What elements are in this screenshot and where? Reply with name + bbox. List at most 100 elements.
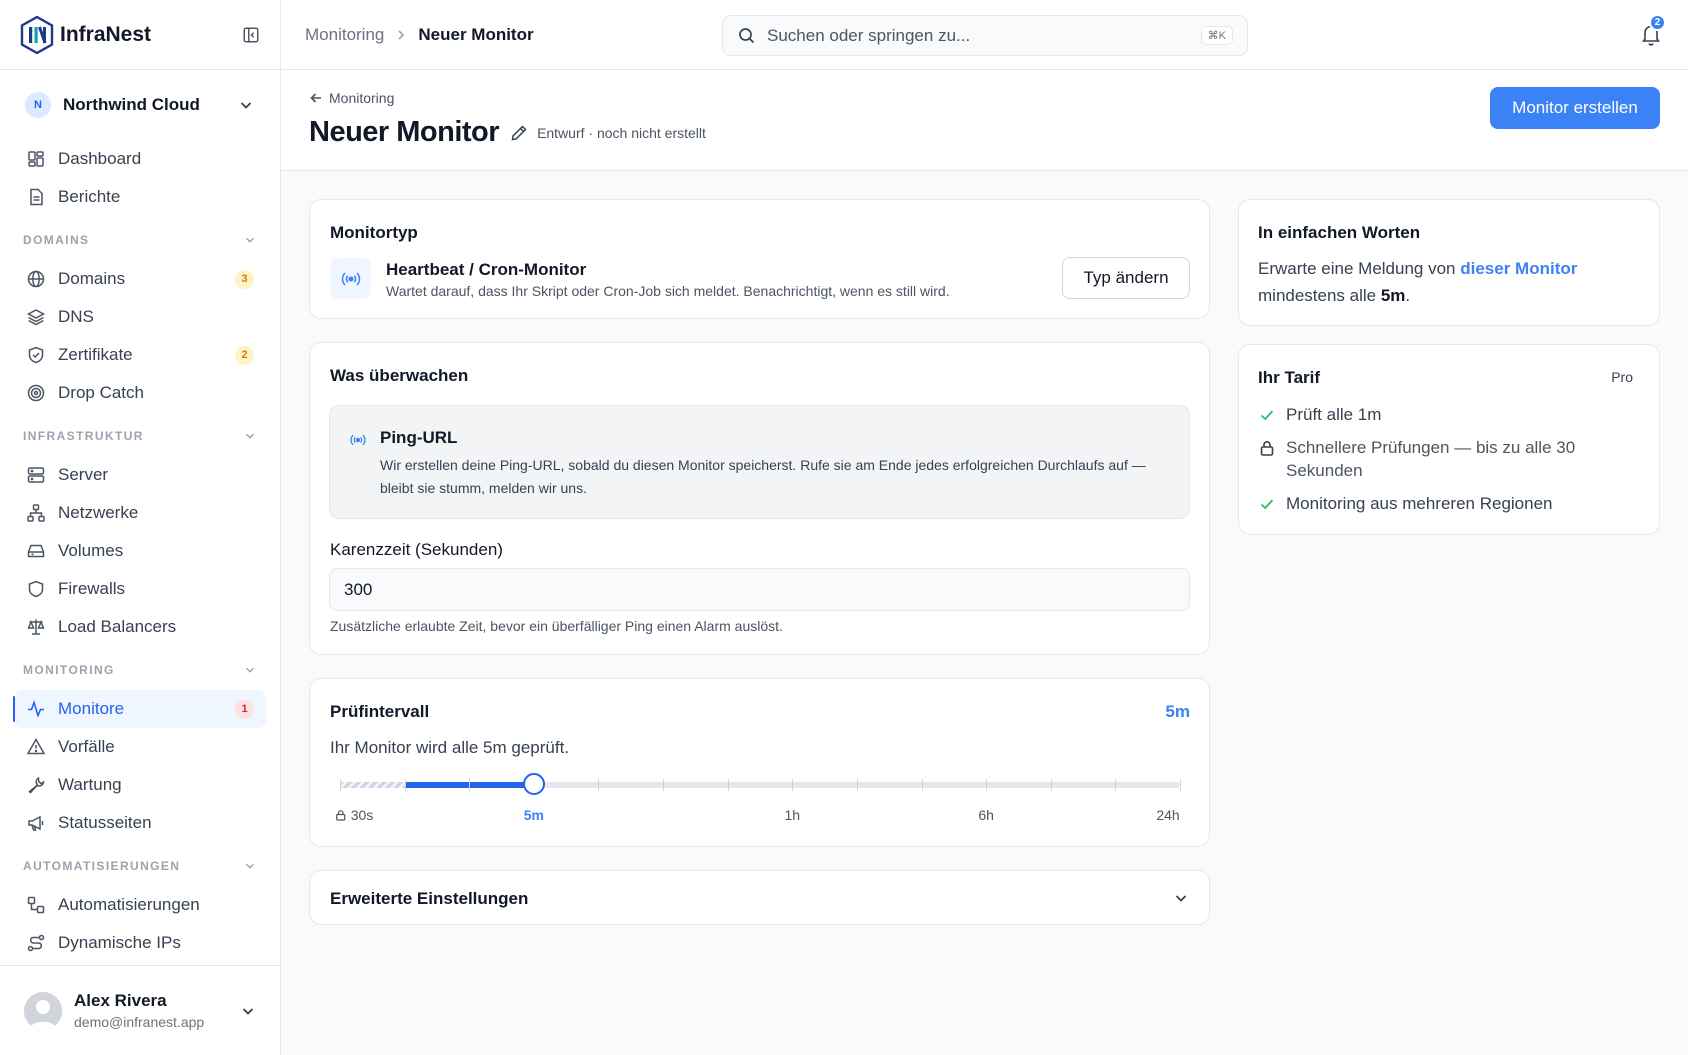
brand: InfraNest — [0, 0, 280, 70]
sidebar-item-dns[interactable]: DNS — [14, 298, 266, 336]
slider-tick — [1115, 779, 1117, 791]
sidebar-item-automatisierungen[interactable]: Automatisierungen — [14, 886, 266, 924]
chevron-down-icon — [246, 863, 254, 869]
slider-tick — [1180, 779, 1181, 791]
grace-period-input[interactable] — [329, 568, 1190, 611]
sidebar-item-berichte[interactable]: Berichte — [14, 178, 266, 216]
section-title: MONITORING — [23, 663, 115, 677]
card-title: Was überwachen — [330, 366, 469, 385]
breadcrumb-parent[interactable]: Monitoring — [305, 25, 384, 45]
pencil-icon[interactable] — [509, 123, 529, 143]
summary-monitor-link[interactable]: dieser Monitor — [1460, 259, 1577, 278]
sidebar-item-label: Zertifikate — [58, 345, 133, 364]
workflow-icon — [27, 896, 45, 914]
interval-slider-track[interactable] — [340, 773, 1181, 795]
back-link[interactable]: Monitoring — [309, 90, 394, 106]
sidebar-item-label: Server — [58, 465, 109, 484]
chevron-down-icon — [240, 102, 252, 109]
section-infrastruktur[interactable]: INFRASTRUKTUR — [14, 416, 266, 456]
section-title: AUTOMATISIERUNGEN — [23, 859, 181, 873]
sidebar-item-firewalls[interactable]: Firewalls — [14, 570, 266, 608]
report-icon — [30, 188, 43, 206]
sidebar-item-label: Firewalls — [58, 579, 126, 598]
sidebar-item-monitore[interactable]: Monitore 1 — [13, 690, 266, 728]
interval-tick-label: 30s — [335, 807, 373, 823]
card-title: Monitortyp — [330, 223, 418, 242]
user-menu[interactable]: Alex Rivera demo@infranest.app — [0, 965, 280, 1055]
title-row: Neuer Monitor Entwurf · noch nicht erste… — [309, 116, 706, 149]
card-title: Erweiterte Einstellungen — [330, 889, 529, 908]
scale-icon — [27, 619, 45, 635]
infranest-logo-icon — [20, 15, 54, 54]
sidebar-item-label: DNS — [58, 307, 94, 326]
plan-feature-locked: Schnellere Prüfungen — bis zu alle 30 Se… — [1258, 436, 1638, 482]
check-icon — [1260, 410, 1274, 421]
layers-icon — [26, 309, 46, 326]
sidebar-item-volumes[interactable]: Volumes — [14, 532, 266, 570]
card-title: In einfachen Worten — [1258, 223, 1421, 242]
user-email: demo@infranest.app — [74, 1014, 205, 1030]
section-domains[interactable]: DOMAINS — [14, 220, 266, 260]
advanced-settings[interactable]: Erweiterte Einstellungen — [309, 870, 1210, 925]
dashboard-icon — [28, 151, 44, 167]
interval-tick-label: 1h — [784, 807, 801, 823]
chevron-down-icon — [1175, 895, 1187, 902]
sidebar-item-statusseiten[interactable]: Statusseiten — [14, 804, 266, 842]
sidebar: InfraNest N Northwind Cloud Dashboard Be… — [0, 0, 281, 1055]
plan-feature: Prüft alle 1m — [1258, 403, 1638, 426]
section-title: DOMAINS — [23, 233, 90, 247]
topbar: Monitoring Neuer Monitor ⌘K 2 — [281, 0, 1688, 70]
drive-icon — [27, 544, 45, 558]
sidebar-collapse-icon[interactable] — [242, 26, 260, 44]
section-automatisierungen[interactable]: AUTOMATISIERUNGEN — [14, 846, 266, 886]
slider-tick — [469, 779, 471, 791]
heartbeat-icon-box — [330, 258, 371, 299]
check-icon — [1260, 499, 1274, 510]
sidebar-item-zertifikate[interactable]: Zertifikate 2 — [14, 336, 266, 374]
chevron-down-icon — [246, 667, 254, 673]
card-title: Ihr Tarif — [1258, 368, 1321, 387]
draft-status: Entwurf · noch nicht erstellt — [537, 124, 706, 141]
plan-feature-text: Monitoring aus mehreren Regionen — [1286, 494, 1553, 513]
sidebar-item-dynamische-ips[interactable]: Dynamische IPs — [14, 924, 266, 962]
interval-slider-thumb[interactable] — [522, 773, 545, 795]
sidebar-item-vorfaelle[interactable]: Vorfälle — [14, 728, 266, 766]
chevron-down-icon — [242, 1007, 254, 1015]
search-shortcut: ⌘K — [1200, 26, 1233, 45]
chevron-down-icon — [246, 237, 254, 243]
slider-tick — [792, 779, 794, 791]
app-name: InfraNest — [60, 22, 152, 46]
user-name: Alex Rivera — [74, 991, 167, 1010]
monitor-type-name: Heartbeat / Cron-Monitor — [386, 260, 587, 279]
lock-icon — [336, 810, 346, 821]
globe-icon — [27, 270, 45, 288]
back-link-label: Monitoring — [329, 90, 395, 106]
sidebar-item-label: Domains — [58, 269, 126, 288]
slider-tick — [856, 779, 858, 791]
sidebar-item-drop-catch[interactable]: Drop Catch — [14, 374, 266, 412]
change-type-button[interactable]: Typ ändern — [1062, 257, 1190, 299]
sidebar-item-label: Wartung — [58, 775, 122, 794]
org-switcher[interactable]: N Northwind Cloud — [0, 70, 280, 140]
sidebar-item-server[interactable]: Server — [14, 456, 266, 494]
broadcast-icon — [350, 434, 366, 446]
search-bar[interactable]: ⌘K — [722, 15, 1248, 56]
sidebar-item-netzwerke[interactable]: Netzwerke — [14, 494, 266, 532]
user-silhouette-icon — [24, 991, 62, 1030]
sidebar-item-dashboard[interactable]: Dashboard — [14, 140, 266, 178]
ping-url-title: Ping-URL — [380, 428, 458, 447]
lock-icon — [1260, 441, 1274, 456]
section-monitoring[interactable]: MONITORING — [14, 650, 266, 690]
chevron-down-icon — [246, 433, 254, 439]
search-input[interactable] — [767, 25, 1187, 46]
sidebar-item-load-balancers[interactable]: Load Balancers — [14, 608, 266, 646]
count-badge: 1 — [235, 699, 254, 719]
sidebar-item-label: Drop Catch — [58, 383, 144, 402]
org-avatar: N — [25, 92, 51, 118]
sidebar-item-domains[interactable]: Domains 3 — [14, 260, 266, 298]
interval-value: 5m — [1165, 702, 1190, 721]
interval-tick-label: 5m — [523, 807, 544, 823]
create-monitor-button[interactable]: Monitor erstellen — [1490, 87, 1660, 129]
sidebar-item-wartung[interactable]: Wartung — [14, 766, 266, 804]
section-title: INFRASTRUKTUR — [23, 429, 144, 443]
